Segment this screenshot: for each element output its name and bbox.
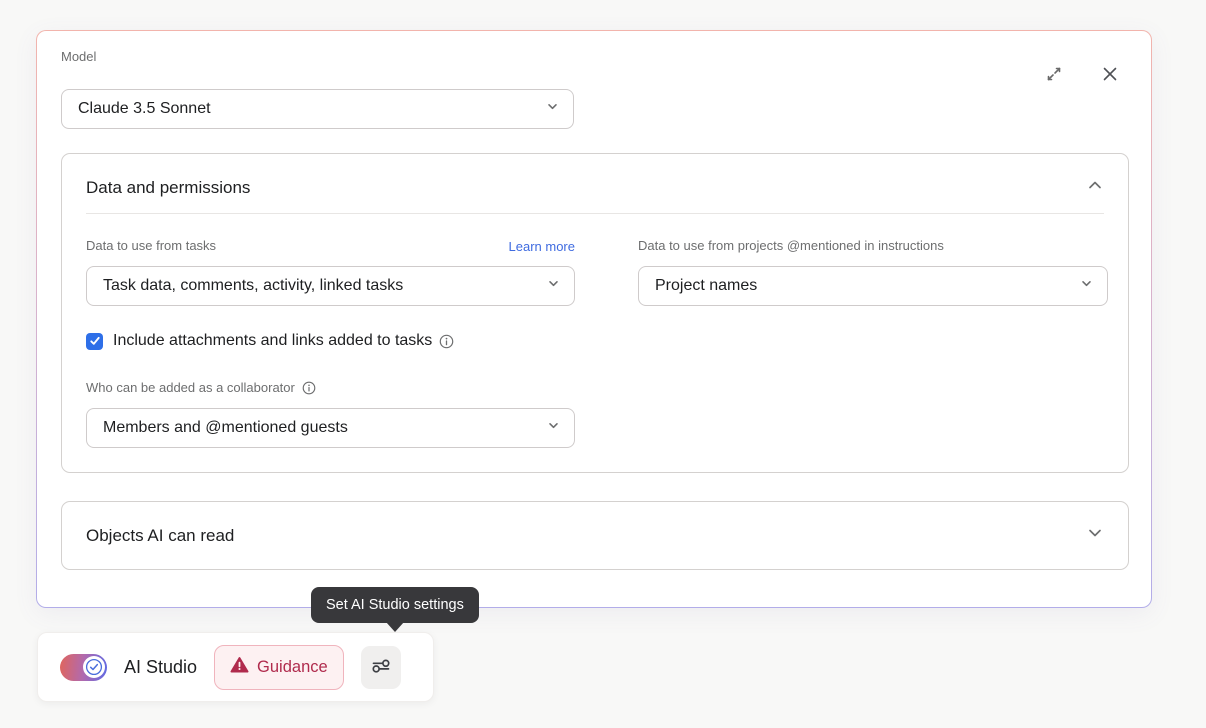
ai-studio-label: AI Studio [124,657,197,678]
tasks-data-label: Data to use from tasks [86,238,216,254]
tasks-data-select[interactable]: Task data, comments, activity, linked ta… [86,266,575,306]
learn-more-link[interactable]: Learn more [509,239,575,254]
chevron-down-icon [546,100,559,118]
tooltip-text: Set AI Studio settings [326,597,464,613]
ai-studio-toggle[interactable] [60,654,107,681]
info-icon[interactable] [302,381,316,395]
chevron-down-icon [547,419,560,437]
tasks-data-select-value: Task data, comments, activity, linked ta… [103,277,403,295]
chevron-down-icon [547,277,560,295]
projects-data-select[interactable]: Project names [638,266,1108,306]
model-select[interactable]: Claude 3.5 Sonnet [61,89,574,129]
section-title: Data and permissions [86,178,250,198]
model-label: Model [61,49,1127,65]
toggle-knob [83,656,105,678]
warning-icon [230,656,249,679]
close-icon[interactable] [1099,63,1121,85]
projects-data-label: Data to use from projects @mentioned in … [638,238,944,254]
chevron-up-icon [1086,176,1104,199]
attachments-checkbox[interactable] [86,333,103,350]
collaborator-select[interactable]: Members and @mentioned guests [86,408,575,448]
ai-studio-settings-button[interactable] [361,646,401,689]
projects-data-select-value: Project names [655,277,757,295]
tooltip: Set AI Studio settings [311,587,479,623]
section-header-objects-ai-can-read[interactable]: Objects AI can read [61,501,1129,570]
collaborator-select-value: Members and @mentioned guests [103,419,348,437]
sliders-icon [369,654,393,681]
guidance-button[interactable]: Guidance [214,645,344,690]
guidance-button-label: Guidance [257,658,328,677]
chevron-down-icon [1086,524,1104,547]
collaborator-label: Who can be added as a collaborator [86,380,295,396]
ai-studio-settings-dialog: Model Claude 3.5 Sonnet Data and permiss… [36,30,1152,608]
section-data-and-permissions: Data and permissions Data to use from ta… [61,153,1129,473]
ai-studio-bar: AI Studio Guidance [37,632,434,702]
right-column: Data to use from projects @mentioned in … [638,238,1108,306]
section-header-data-and-permissions[interactable]: Data and permissions [62,154,1128,213]
tooltip-arrow [386,622,404,632]
expand-icon[interactable] [1043,63,1065,85]
info-icon[interactable] [439,334,454,349]
model-select-value: Claude 3.5 Sonnet [78,100,211,118]
section-title: Objects AI can read [86,526,234,546]
attachments-checkbox-label: Include attachments and links added to t… [113,332,432,350]
left-column: Data to use from tasks Learn more Task d… [86,238,575,448]
chevron-down-icon [1080,277,1093,295]
